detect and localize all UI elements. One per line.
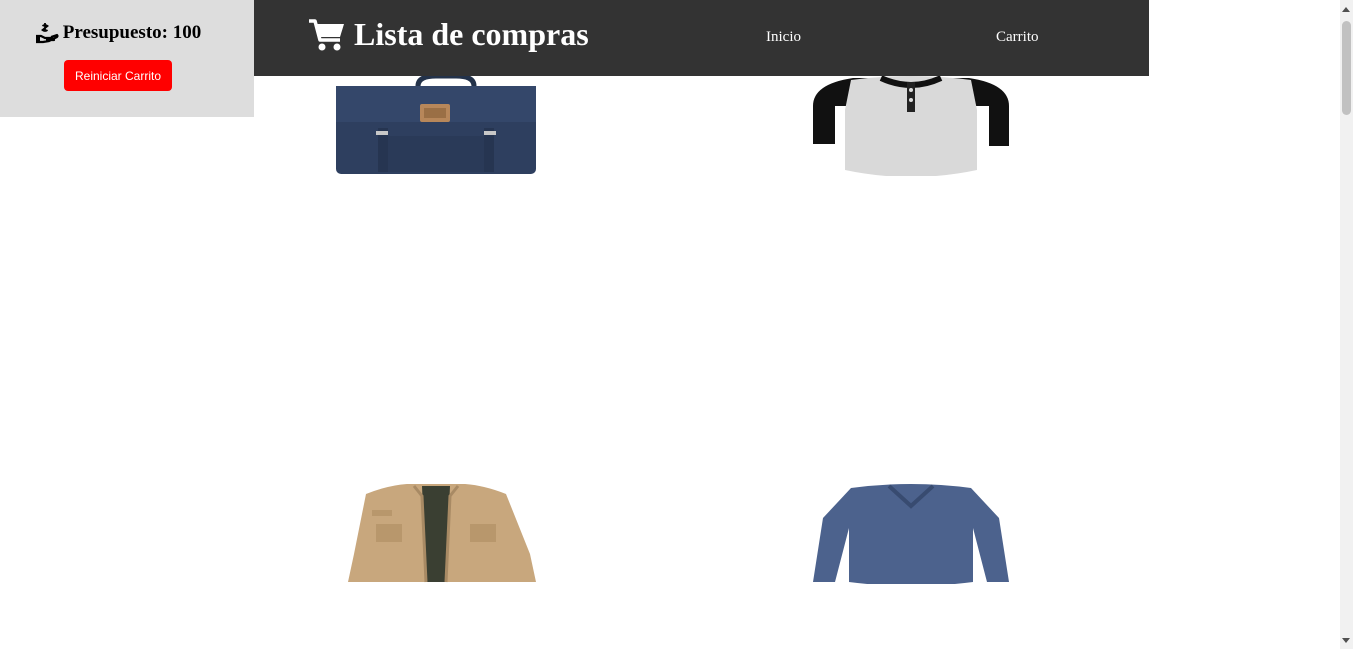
vertical-scrollbar[interactable] [1340, 0, 1353, 649]
reset-cart-button[interactable]: Reiniciar Carrito [64, 60, 172, 91]
product-image-vneck-shirt[interactable] [811, 484, 1011, 584]
budget-label: Presupuesto: 100 [62, 22, 202, 43]
brand: Lista de compras [308, 16, 589, 53]
scroll-up-arrow-icon[interactable] [1342, 7, 1350, 12]
header-bar: Lista de compras Inicio Carrito [254, 0, 1149, 76]
shopping-cart-icon [309, 18, 344, 50]
product-image-henley-shirt[interactable] [811, 76, 1011, 176]
budget-panel: Presupuesto: 100 Reiniciar Carrito [0, 0, 254, 117]
budget-row: Presupuesto: 100 [0, 22, 236, 44]
scroll-down-arrow-icon[interactable] [1342, 638, 1350, 643]
nav-link-inicio[interactable]: Inicio [766, 29, 801, 46]
page-title: Lista de compras [354, 16, 589, 52]
hand-coin-icon [35, 23, 59, 44]
scrollbar-thumb[interactable] [1342, 21, 1351, 115]
product-image-jacket[interactable] [336, 484, 536, 584]
nav-link-carrito[interactable]: Carrito [996, 29, 1039, 46]
product-image-bag[interactable] [336, 76, 536, 176]
